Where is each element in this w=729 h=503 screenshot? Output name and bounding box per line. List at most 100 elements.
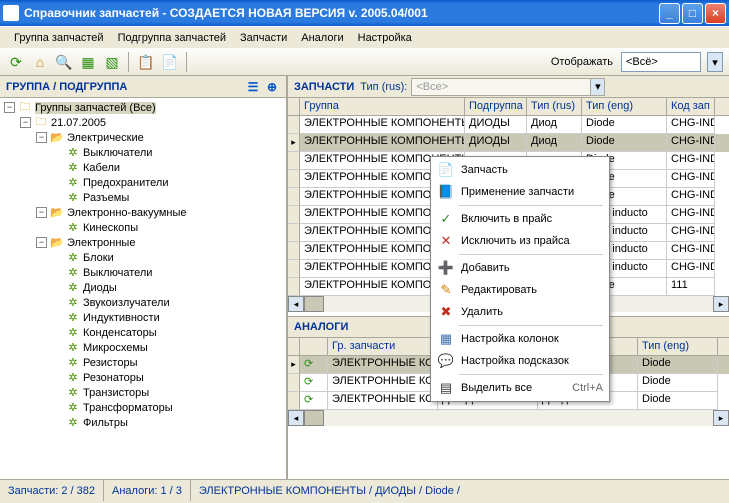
context-menu-item[interactable]: ✓Включить в прайс (433, 208, 607, 230)
table-row[interactable]: ЭЛЕКТРОННЫЕ КОМПОНЕНТЫДИОДЫДиодDiodeCHG-… (288, 116, 729, 134)
context-menu-item[interactable]: ✖Удалить (433, 301, 607, 323)
col-group[interactable]: Гр. запчасти (328, 338, 438, 355)
context-menu-item[interactable]: 💬Настройка подсказок (433, 350, 607, 372)
tree-item-label: Выключатели (83, 267, 152, 279)
tree-item-label: Предохранители (83, 177, 169, 189)
close-button[interactable]: × (705, 3, 726, 24)
tree-item[interactable]: ✲Выключатели (0, 145, 286, 160)
search-icon[interactable]: 🔍 (54, 52, 74, 72)
cell-code: CHG-IND (667, 152, 715, 170)
tree-item[interactable]: ✲Выключатели (0, 265, 286, 280)
tree-item[interactable]: ✲Звукоизлучатели (0, 295, 286, 310)
filter-combo[interactable]: <Все> (411, 78, 591, 96)
gear-icon: ✲ (66, 401, 80, 415)
context-menu[interactable]: 📄Запчасть📘Применение запчасти ✓Включить в… (430, 156, 610, 402)
tree-expander-icon[interactable]: − (36, 207, 47, 218)
col-subgroup[interactable]: Подгруппа (465, 98, 527, 115)
cell-code: CHG-IND (667, 260, 715, 278)
tree-item[interactable]: −📂Электронно-вакуумные (0, 205, 286, 220)
display-combo[interactable]: <Всё> (621, 52, 701, 72)
col-group[interactable]: Группа (300, 98, 465, 115)
cell-type-eng: Diode (582, 116, 667, 134)
menu-settings[interactable]: Настройка (352, 30, 418, 46)
scroll-right-icon[interactable]: ▸ (713, 296, 729, 312)
tree-item[interactable]: ✲Микросхемы (0, 340, 286, 355)
context-menu-item[interactable]: 📄Запчасть (433, 159, 607, 181)
gear-icon: ✲ (66, 251, 80, 265)
row-indicator (288, 242, 300, 260)
context-menu-item[interactable]: ➕Добавить (433, 257, 607, 279)
tree-item[interactable]: ✲Индуктивности (0, 310, 286, 325)
tree-item[interactable]: ✲Разъемы (0, 190, 286, 205)
tree-item[interactable]: ✲Кинескопы (0, 220, 286, 235)
menu-subgroup[interactable]: Подгруппа запчастей (112, 30, 232, 46)
menu-item-icon: ✓ (437, 210, 455, 228)
tree-item[interactable]: −📂Электрические (0, 130, 286, 145)
tree-expander-icon[interactable]: − (20, 117, 31, 128)
zapchasti-title: ЗАПЧАСТИ (294, 81, 354, 93)
col-type-rus[interactable]: Тип (rus) (527, 98, 582, 115)
export-icon[interactable]: ▧ (102, 52, 122, 72)
tree-item-label: Кинескопы (83, 222, 138, 234)
tree-expander-icon[interactable]: − (36, 132, 47, 143)
gear-icon: ✲ (66, 176, 80, 190)
tree-item[interactable]: ✲Предохранители (0, 175, 286, 190)
menu-item-label: Запчасть (461, 164, 508, 176)
tree-item[interactable]: ✲Фильтры (0, 415, 286, 430)
dropdown-icon[interactable]: ▾ (590, 78, 605, 96)
scroll-left-icon[interactable]: ◂ (288, 296, 304, 312)
home-icon[interactable]: ⌂ (30, 52, 50, 72)
table-row[interactable]: ▸ЭЛЕКТРОННЫЕ КОМПОНЕНТЫДИОДЫДиодDiodeCHG… (288, 134, 729, 152)
expand-tree-icon[interactable]: ☰ (245, 79, 261, 95)
tree-item[interactable]: ✲Кабели (0, 160, 286, 175)
menu-parts[interactable]: Запчасти (234, 30, 293, 46)
copy-icon[interactable]: 📋 (136, 52, 156, 72)
refresh-icon[interactable]: ⟳ (6, 52, 26, 72)
menubar: Группа запчастей Подгруппа запчастей Зап… (0, 26, 729, 48)
col-type-eng[interactable]: Тип (eng) (638, 338, 718, 355)
tree-item[interactable]: ✲Диоды (0, 280, 286, 295)
tree-expander-icon[interactable]: − (4, 102, 15, 113)
tree-item[interactable]: ✲Резисторы (0, 355, 286, 370)
scroll-right-icon[interactable]: ▸ (713, 410, 729, 426)
tree-item[interactable]: −📂Электронные (0, 235, 286, 250)
cell-type-rus: Диод (527, 116, 582, 134)
tree-item[interactable]: ✲Транзисторы (0, 385, 286, 400)
tree-item[interactable]: ✲Резонаторы (0, 370, 286, 385)
menu-group[interactable]: Группа запчастей (8, 30, 110, 46)
grid-icon[interactable]: ▦ (78, 52, 98, 72)
context-menu-item[interactable]: ▤Выделить всеCtrl+A (433, 377, 607, 399)
gear-icon: ✲ (66, 311, 80, 325)
zapchasti-header: ЗАПЧАСТИ Тип (rus): <Все> ▾ (288, 76, 729, 98)
minimize-button[interactable]: _ (659, 3, 680, 24)
collapse-tree-icon[interactable]: ⊕ (264, 79, 280, 95)
col-icon[interactable] (300, 338, 328, 355)
col-code[interactable]: Код зап (667, 98, 715, 115)
context-menu-item[interactable]: ✎Редактировать (433, 279, 607, 301)
gear-icon: ✲ (66, 191, 80, 205)
context-menu-item[interactable]: ▦Настройка колонок (433, 328, 607, 350)
tree-body[interactable]: −🗀Группы запчастей (Все)−🗀21.07.2005−📂Эл… (0, 98, 286, 479)
tree-item-label: Кабели (83, 162, 120, 174)
col-type-eng[interactable]: Тип (eng) (582, 98, 667, 115)
tree-item[interactable]: ✲Трансформаторы (0, 400, 286, 415)
tree-item-label: Резонаторы (83, 372, 144, 384)
h-scrollbar[interactable]: ◂ ▸ (288, 410, 729, 426)
row-indicator: ▸ (288, 134, 300, 152)
tree-item-label: Электронно-вакуумные (67, 207, 187, 219)
scroll-left-icon[interactable]: ◂ (288, 410, 304, 426)
tree-item-label: Выключатели (83, 147, 152, 159)
cell-code: CHG-IND (667, 224, 715, 242)
menu-item-label: Добавить (461, 262, 510, 274)
menu-analogs[interactable]: Аналоги (295, 30, 349, 46)
tree-item[interactable]: ✲Блоки (0, 250, 286, 265)
tree-item[interactable]: ✲Конденсаторы (0, 325, 286, 340)
context-menu-item[interactable]: ✕Исключить из прайса (433, 230, 607, 252)
context-menu-item[interactable]: 📘Применение запчасти (433, 181, 607, 203)
maximize-button[interactable]: □ (682, 3, 703, 24)
tree-item[interactable]: −🗀21.07.2005 (0, 115, 286, 130)
tree-expander-icon[interactable]: − (36, 237, 47, 248)
paste-icon[interactable]: 📄 (160, 52, 180, 72)
cell-code: CHG-IND (667, 188, 715, 206)
dropdown-icon[interactable]: ▾ (707, 52, 723, 72)
